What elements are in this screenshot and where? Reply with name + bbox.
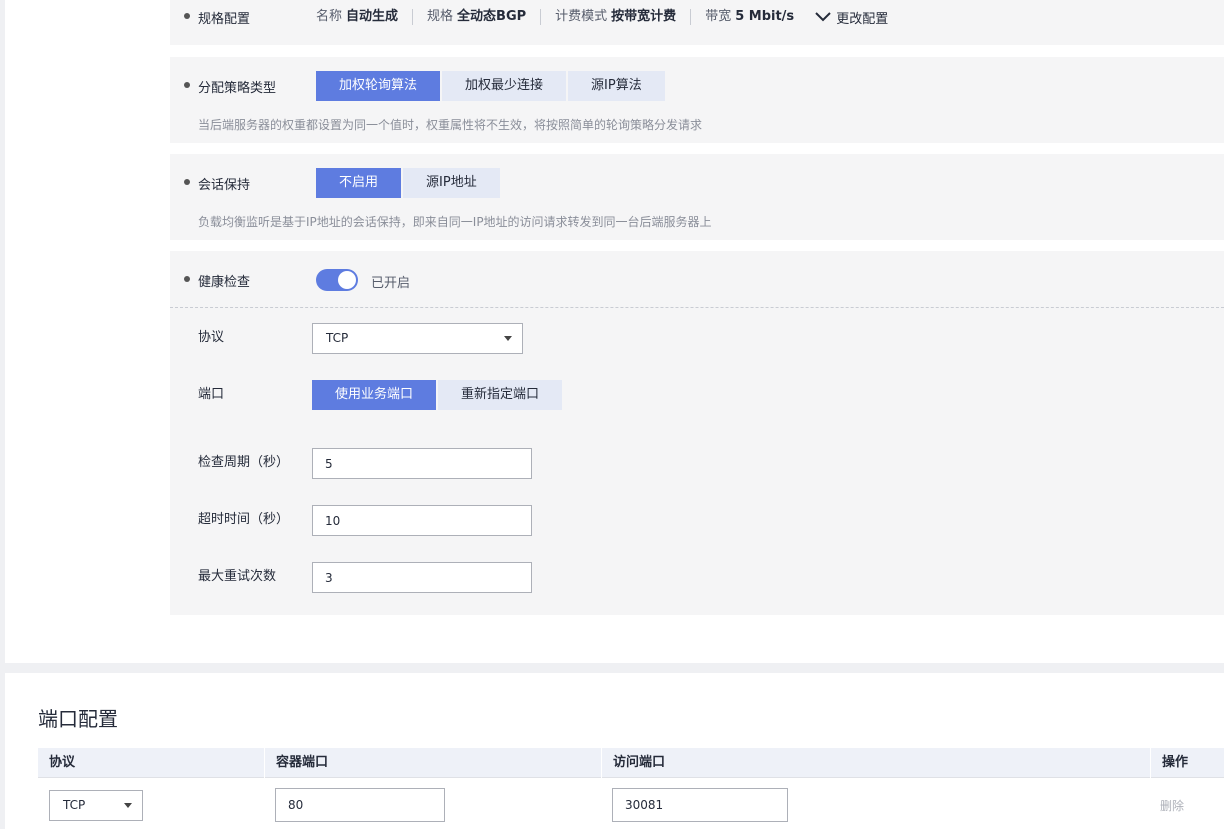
protocol-label: 协议	[198, 330, 225, 345]
option-specify-port[interactable]: 重新指定端口	[438, 380, 563, 410]
spec-item-type: 规格 全动态BGP	[413, 9, 542, 25]
spec-value: 全动态BGP	[457, 9, 527, 24]
health-check-panel: 健康检查 已开启 协议 TCP 端口 使用业务端口 重新指定端口 检查周期（秒）…	[170, 251, 1224, 615]
bullet-icon	[184, 276, 190, 282]
caret-down-icon	[504, 336, 512, 341]
spec-value: 按带宽计费	[611, 9, 677, 24]
session-options: 不启用 源IP地址	[316, 168, 502, 198]
spec-key: 规格	[427, 9, 454, 24]
port-config-card: 端口配置 协议 容器端口 访问端口 操作 TCP 删除	[5, 673, 1224, 829]
spec-key: 名称	[316, 9, 343, 24]
port-table-header: 协议 容器端口 访问端口 操作	[38, 748, 1224, 778]
toggle-knob	[338, 271, 356, 289]
caret-down-icon	[124, 803, 132, 808]
row-protocol-select[interactable]: TCP	[49, 790, 143, 821]
option-weighted-round-robin[interactable]: 加权轮询算法	[316, 71, 441, 101]
spec-panel: 规格配置 名称 自动生成 规格 全动态BGP 计费模式 按带宽计费 带宽 5 M…	[170, 0, 1224, 45]
change-config-label: 更改配置	[836, 11, 889, 27]
spec-value: 自动生成	[346, 9, 399, 24]
port-config-title: 端口配置	[38, 707, 118, 731]
change-config-button[interactable]: 更改配置	[814, 8, 888, 27]
spec-label: 规格配置	[198, 12, 251, 27]
timeout-input[interactable]	[312, 505, 532, 536]
option-source-ip[interactable]: 源IP算法	[568, 71, 665, 101]
retries-label: 最大重试次数	[198, 569, 277, 584]
health-check-toggle[interactable]	[316, 269, 358, 291]
port-options: 使用业务端口 重新指定端口	[312, 380, 564, 410]
distribution-options: 加权轮询算法 加权最少连接 源IP算法	[316, 71, 667, 101]
bullet-icon	[184, 82, 190, 88]
protocol-value: TCP	[326, 331, 349, 345]
container-port-input[interactable]	[275, 788, 445, 822]
session-label: 会话保持	[198, 178, 251, 193]
option-source-ip-address[interactable]: 源IP地址	[403, 168, 500, 198]
health-check-label: 健康检查	[198, 275, 251, 290]
spec-summary: 名称 自动生成 规格 全动态BGP 计费模式 按带宽计费 带宽 5 Mbit/s…	[316, 8, 888, 27]
distribution-hint: 当后端服务器的权重都设置为同一个值时，权重属性将不生效，将按照简单的轮询策略分发…	[198, 118, 703, 132]
retries-input[interactable]	[312, 562, 532, 593]
spec-item-bandwidth: 带宽 5 Mbit/s	[691, 9, 808, 25]
bullet-icon	[184, 179, 190, 185]
session-panel: 会话保持 不启用 源IP地址 负载均衡监听是基于IP地址的会话保持，即来自同一I…	[170, 154, 1224, 240]
bullet-icon	[184, 13, 190, 19]
access-port-input[interactable]	[612, 788, 788, 822]
interval-label: 检查周期（秒）	[198, 455, 290, 470]
port-label: 端口	[198, 387, 225, 402]
session-hint: 负载均衡监听是基于IP地址的会话保持，即来自同一IP地址的访问请求转发到同一台后…	[198, 215, 712, 229]
distribution-label: 分配策略类型	[198, 81, 277, 96]
row-protocol-value: TCP	[63, 798, 86, 812]
health-check-status: 已开启	[371, 276, 411, 291]
option-weighted-least-connections[interactable]: 加权最少连接	[442, 71, 567, 101]
column-header-container-port: 容器端口	[264, 748, 601, 778]
column-header-access-port: 访问端口	[601, 748, 1150, 778]
interval-input[interactable]	[312, 448, 532, 479]
option-use-service-port[interactable]: 使用业务端口	[312, 380, 437, 410]
spec-key: 带宽	[705, 9, 732, 24]
protocol-select[interactable]: TCP	[312, 323, 523, 354]
column-header-protocol: 协议	[49, 755, 76, 770]
chevron-down-icon	[815, 12, 831, 22]
option-disabled[interactable]: 不启用	[316, 168, 402, 198]
spec-value: 5 Mbit/s	[735, 9, 795, 24]
spec-item-name: 名称 自动生成	[316, 9, 414, 25]
spec-key: 计费模式	[555, 9, 608, 24]
timeout-label: 超时时间（秒）	[198, 512, 290, 527]
delete-row-link[interactable]: 删除	[1160, 797, 1184, 814]
distribution-panel: 分配策略类型 加权轮询算法 加权最少连接 源IP算法 当后端服务器的权重都设置为…	[170, 57, 1224, 143]
spec-item-billing: 计费模式 按带宽计费	[541, 9, 692, 25]
divider	[170, 307, 1224, 308]
column-header-action: 操作	[1150, 748, 1224, 778]
